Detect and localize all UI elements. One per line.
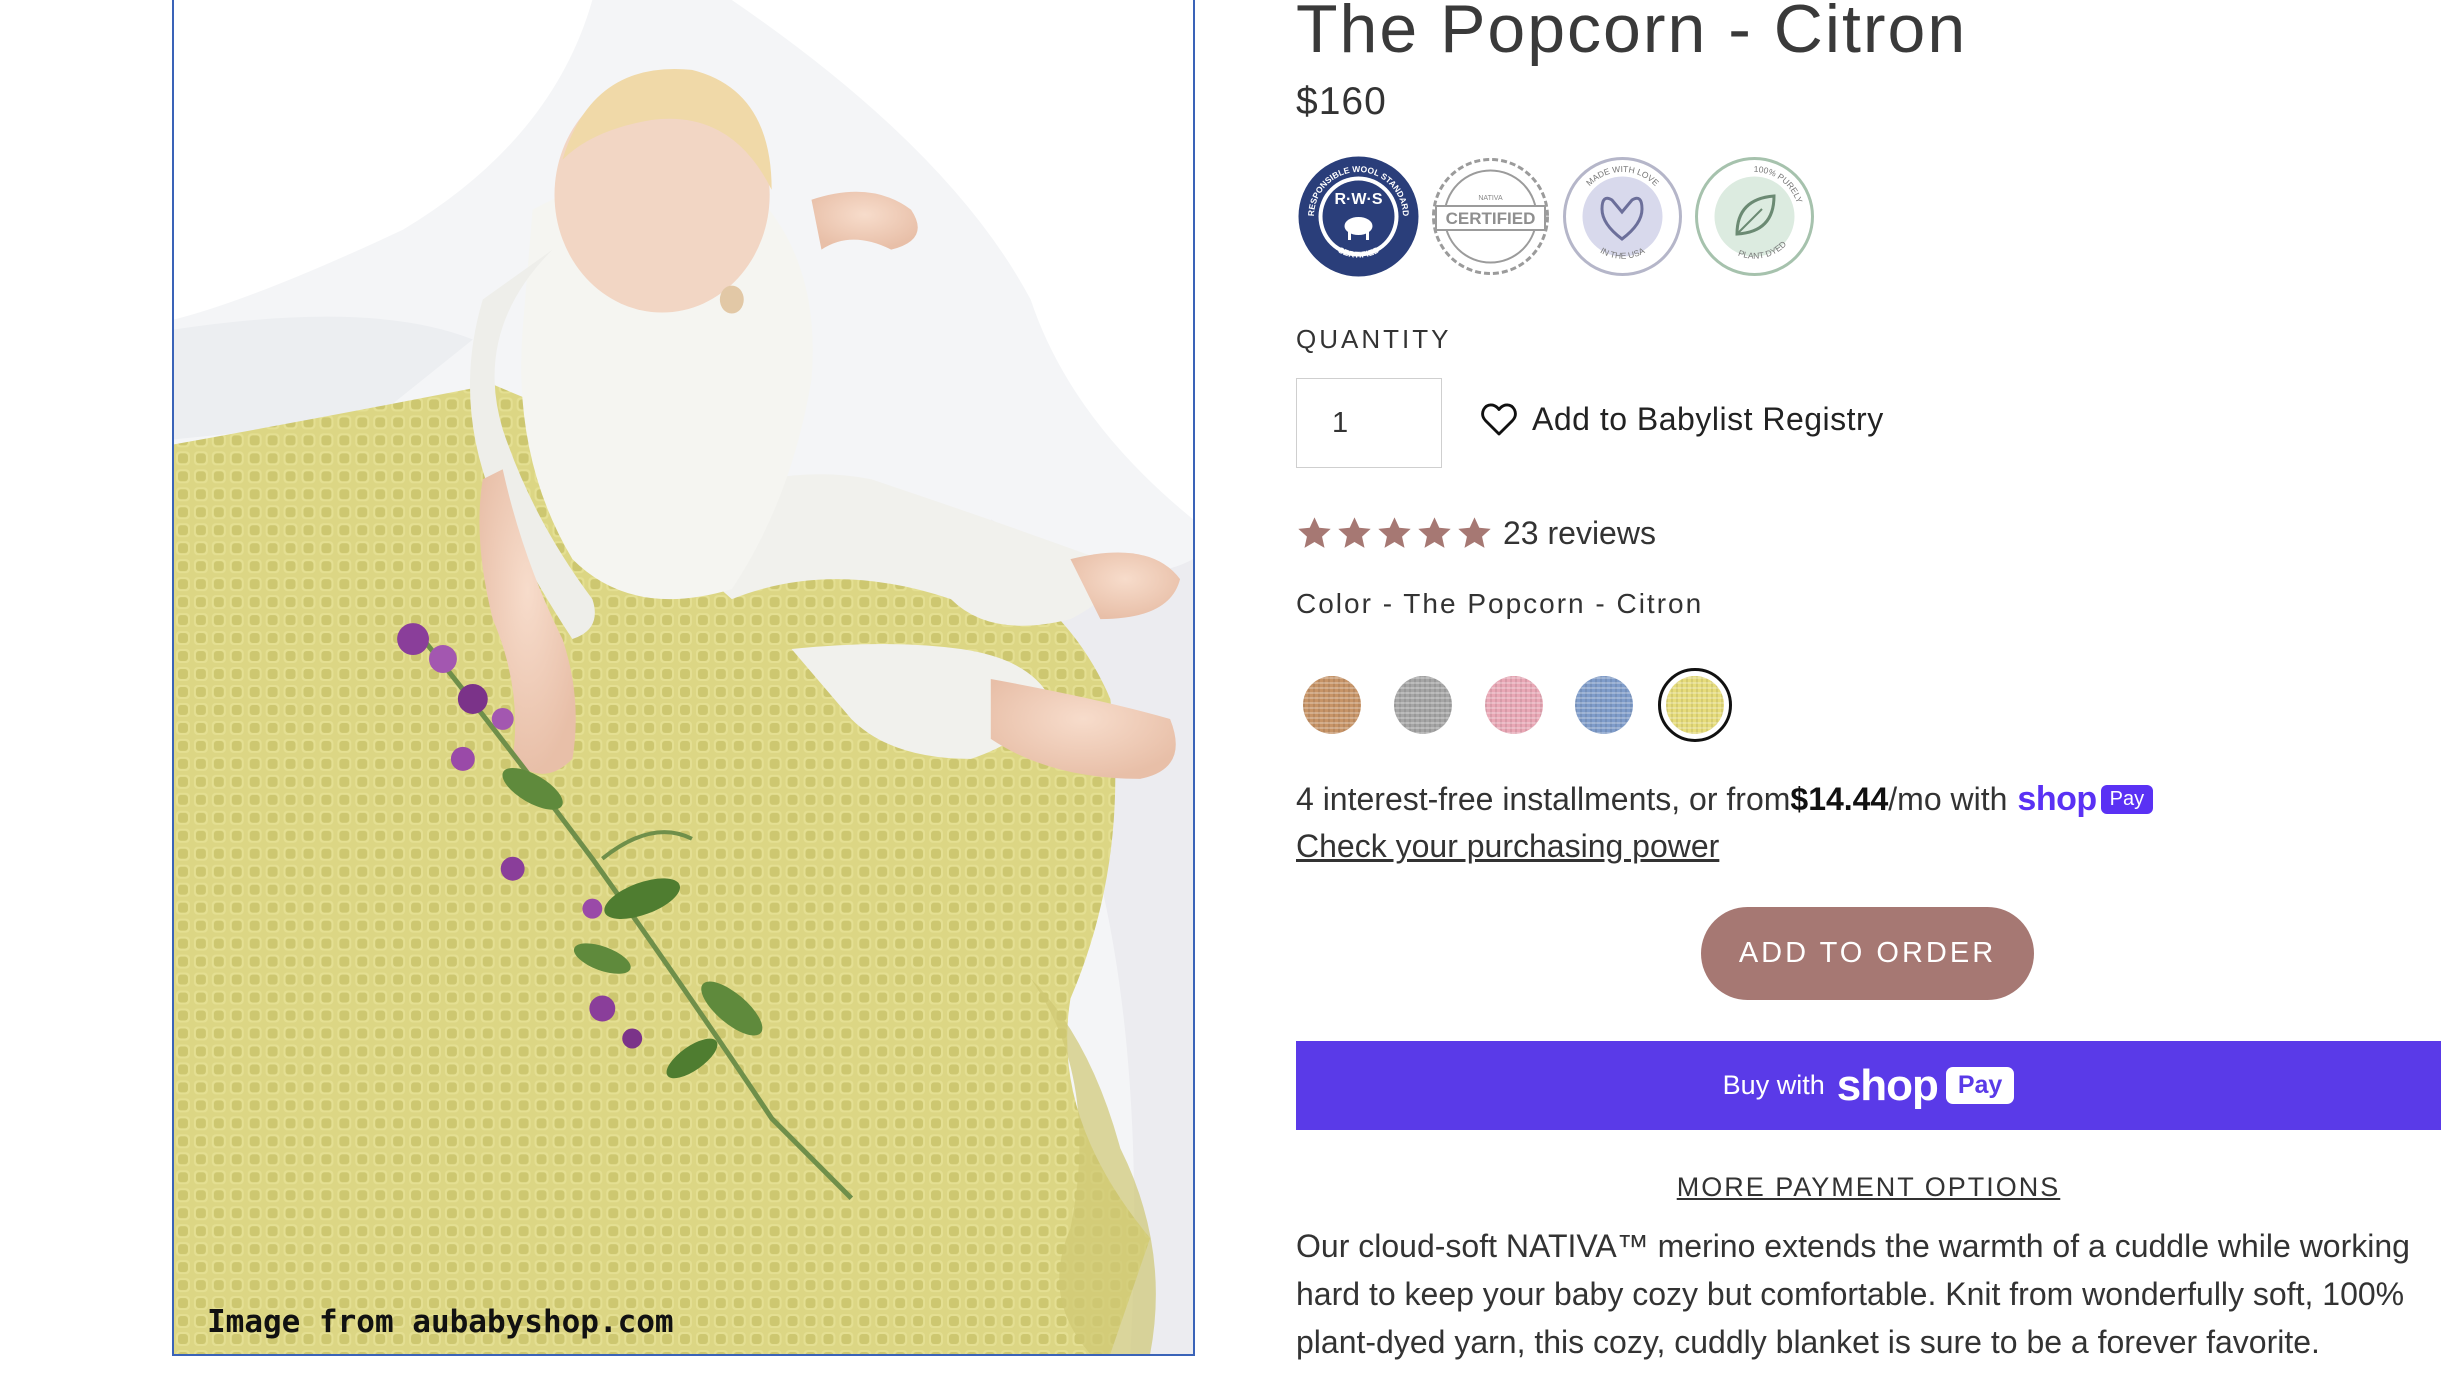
buy-with-label: Buy with [1722, 1070, 1825, 1100]
installments-prefix: 4 interest-free installments, or from [1296, 781, 1791, 817]
nativa-certified-badge: NATIVA CERTIFIED [1432, 158, 1549, 275]
product-rating[interactable]: 23 reviews [1296, 515, 1656, 552]
rating-stars [1296, 515, 1493, 552]
shop-pay-logo: shop [2017, 780, 2097, 818]
star-icon [1458, 517, 1491, 548]
installments-text: 4 interest-free installments, or from $1… [1296, 780, 2154, 819]
star-icon [1338, 517, 1371, 548]
installments-amount: $14.44 [1790, 781, 1889, 817]
swatch-grey[interactable] [1394, 676, 1452, 734]
plant-dyed-badge: 100% PURELY PLANT DYED [1695, 157, 1814, 276]
nativa-small-text: NATIVA [1478, 195, 1503, 202]
product-description: Our cloud-soft NATIVA™ merino extends th… [1296, 1228, 2410, 1360]
add-to-order-button[interactable]: ADD TO ORDER [1701, 907, 2034, 1000]
review-count[interactable]: 23 reviews [1503, 515, 1656, 552]
product-title: The Popcorn - Citron [1296, 0, 1968, 67]
star-icon [1418, 517, 1451, 548]
made-in-usa-badge: MADE WITH LOVE IN THE USA [1563, 157, 1682, 276]
swatch-blue[interactable] [1575, 676, 1633, 734]
quantity-input[interactable] [1296, 378, 1442, 468]
product-photo [174, 0, 1193, 1354]
check-purchasing-power-link[interactable]: Check your purchasing power [1296, 828, 1719, 865]
shop-pay-pill: Pay [2100, 785, 2154, 814]
shop-logo: shop [1836, 1060, 1939, 1110]
color-label: Color - The Popcorn - Citron [1296, 588, 1704, 619]
rws-center-text: R·W·S [1335, 191, 1383, 208]
swatch-tan[interactable] [1303, 676, 1361, 734]
star-icon [1378, 517, 1411, 548]
swatch-citron-selected[interactable] [1658, 668, 1732, 742]
swatch-citron-fill [1666, 676, 1724, 734]
rws-certified-badge: R·W·S RESPONSIBLE WOOL STANDARD CERTIFIE… [1298, 156, 1419, 277]
quantity-label: QUANTITY [1296, 324, 1452, 354]
nativa-main-text: CERTIFIED [1446, 209, 1536, 228]
image-caption: Image from aubabyshop.com [207, 1304, 674, 1340]
add-to-registry-link[interactable]: Add to Babylist Registry [1480, 394, 1884, 444]
pay-logo: Pay [1945, 1067, 2015, 1104]
buy-with-shop-pay-button[interactable]: Buy with shop Pay [1296, 1041, 2441, 1130]
registry-label: Add to Babylist Registry [1532, 400, 1884, 437]
swatch-pink[interactable] [1485, 676, 1543, 734]
more-payment-options-link[interactable]: MORE PAYMENT OPTIONS [1296, 1172, 2441, 1203]
heart-icon [1481, 403, 1517, 436]
product-image-frame[interactable]: Image from aubabyshop.com [172, 0, 1195, 1356]
product-price: $160 [1296, 80, 1387, 123]
installments-suffix: /mo with [1888, 781, 2008, 817]
star-icon [1298, 517, 1331, 548]
